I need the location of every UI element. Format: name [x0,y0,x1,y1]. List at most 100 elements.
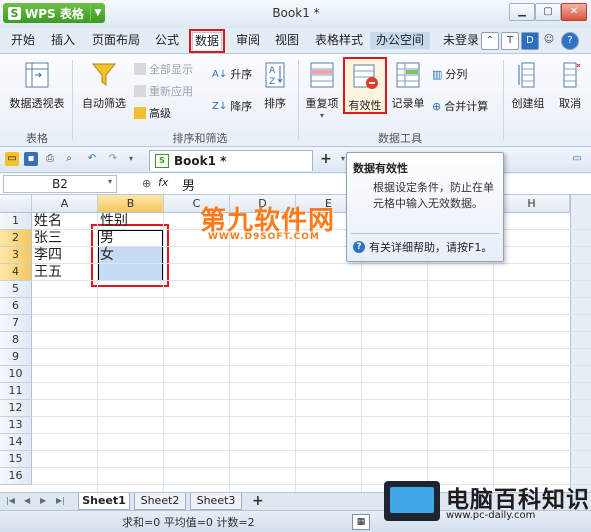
funnel-icon [134,85,146,97]
prev-sheet-icon[interactable]: ◀ [24,496,30,505]
row-header[interactable]: 3 [0,247,32,264]
sort-button[interactable]: A Z 排序 [258,60,292,111]
redo-icon[interactable]: ↷ [106,152,120,166]
funnel-icon [91,63,117,86]
fx-icon[interactable]: fx [158,176,168,189]
gridline [32,450,591,451]
docer-icon[interactable]: D [521,32,539,50]
ungroup-button[interactable]: 取消 [552,60,588,111]
funnel-icon [134,63,146,75]
chevron-down-icon[interactable]: ▾ [124,152,138,166]
select-all-corner[interactable] [0,195,32,213]
row-header[interactable]: 9 [0,349,32,366]
column-header[interactable]: A [32,195,98,213]
sort-asc-icon: A↓ [212,68,228,80]
print-icon[interactable]: ⎙ [43,152,57,166]
merge-calc-button[interactable]: ⊕ 合并计算 [432,98,488,114]
print-preview-icon[interactable]: ⌕ [62,152,76,166]
sort-ascending-button[interactable]: A↓ 升序 [212,66,252,82]
open-folder-icon[interactable]: ▭ [5,152,19,166]
row-header[interactable]: 13 [0,417,32,434]
cell-a1[interactable]: 姓名 [32,213,97,230]
cell-a3[interactable]: 李四 [32,247,97,264]
window-list-icon[interactable]: ▭ [570,152,584,166]
tab-insert[interactable]: 插入 [49,32,77,49]
data-validation-button[interactable]: 有效性 [343,57,387,114]
undo-icon[interactable]: ↶ [85,152,99,166]
record-form-button[interactable]: 记录单 [388,60,428,111]
help-icon[interactable]: ? [561,32,579,50]
row-header[interactable]: 16 [0,468,32,485]
name-box[interactable]: B2 [3,175,117,193]
normal-view-icon[interactable]: ▦ [352,514,370,530]
tab-table-style[interactable]: 表格样式 [313,32,365,49]
tab-home[interactable]: 开始 [9,32,37,49]
zoom-search-icon[interactable]: ⊕ [142,177,151,190]
ribbon: 数据透视表 表格 自动筛选 全部显示 重新应用 高级 A↓ 升序 Z↓ 降序 A… [0,54,591,147]
autofilter-button[interactable]: 自动筛选 [78,60,130,111]
row-header[interactable]: 4 [0,264,32,281]
next-sheet-icon[interactable]: ▶ [40,496,46,505]
column-header[interactable]: B [98,195,164,213]
row-header[interactable]: 11 [0,383,32,400]
cell-b1[interactable]: 性别 [98,213,163,230]
cell-a2[interactable]: 张三 [32,230,97,247]
last-sheet-icon[interactable]: ▶| [56,496,65,505]
sheet-tab[interactable]: Sheet3 [190,493,242,510]
tab-office-space[interactable]: 办公空间 [370,32,431,49]
save-icon[interactable]: ▪ [24,152,38,166]
close-button[interactable]: ✕ [561,3,587,21]
pivot-table-button[interactable]: 数据透视表 [6,60,68,111]
tab-review[interactable]: 审阅 [234,32,262,49]
vertical-scrollbar[interactable] [570,195,591,492]
show-all-button[interactable]: 全部显示 [134,61,193,77]
chevron-down-icon[interactable]: ▾ [108,177,112,186]
cell-a4[interactable]: 王五 [32,264,97,281]
row-header[interactable]: 8 [0,332,32,349]
row-header[interactable]: 12 [0,400,32,417]
duplicates-icon [310,62,334,88]
first-sheet-icon[interactable]: |◀ [6,496,15,505]
wps-menu-button[interactable]: S WPS 表格 ▼ [3,3,105,23]
row-header[interactable]: 7 [0,315,32,332]
user-avatar-icon[interactable]: ☺ [541,32,557,48]
group-icon [518,62,535,88]
row-header[interactable]: 5 [0,281,32,298]
row-header[interactable]: 2 [0,230,32,247]
add-sheet-button[interactable]: + [252,493,264,509]
minimize-button[interactable]: ▁ [509,3,535,21]
new-tab-button[interactable]: + [319,152,333,166]
record-form-label: 记录单 [391,97,425,110]
sort-descending-button[interactable]: Z↓ 降序 [212,98,252,114]
collapse-ribbon-icon[interactable]: ⌃ [481,32,499,50]
tab-formulas[interactable]: 公式 [153,32,181,49]
maximize-button[interactable]: ▢ [535,3,561,21]
reapply-button[interactable]: 重新应用 [134,83,193,99]
merge-calc-icon: ⊕ [432,99,442,113]
app-brand: WPS 表格 [25,6,84,21]
row-header[interactable]: 14 [0,434,32,451]
shirt-skin-icon[interactable]: T [501,32,519,50]
tab-data[interactable]: 数据 [188,29,226,53]
gridline [32,314,591,315]
sheet-tab[interactable]: Sheet2 [134,493,186,510]
create-group-button[interactable]: 创建组 [507,60,549,111]
login-link[interactable]: 未登录 [441,32,481,49]
tooltip-body: 根据设定条件，防止在单元格中输入无效数据。 [373,181,494,210]
cell-b2[interactable]: 男 [98,230,163,247]
formula-input[interactable]: 男 [182,175,195,194]
row-header[interactable]: 15 [0,451,32,468]
cell-b3[interactable]: 女 [98,247,163,264]
row-header[interactable]: 1 [0,213,32,230]
tab-view[interactable]: 视图 [273,32,301,49]
advanced-filter-button[interactable]: 高级 [134,105,171,121]
split-column-button[interactable]: ▥ 分列 [432,66,467,82]
duplicates-button[interactable]: 重复项 ▾ [302,60,342,120]
row-header[interactable]: 10 [0,366,32,383]
sheet-tab[interactable]: Sheet1 [78,493,130,510]
title-bar: S WPS 表格 ▼ Book1 * ▁ ▢ ✕ [0,0,591,29]
column-header[interactable]: H [494,195,570,213]
document-tab[interactable]: S Book1 * [149,150,313,171]
row-header[interactable]: 6 [0,298,32,315]
tab-page-layout[interactable]: 页面布局 [90,32,142,49]
